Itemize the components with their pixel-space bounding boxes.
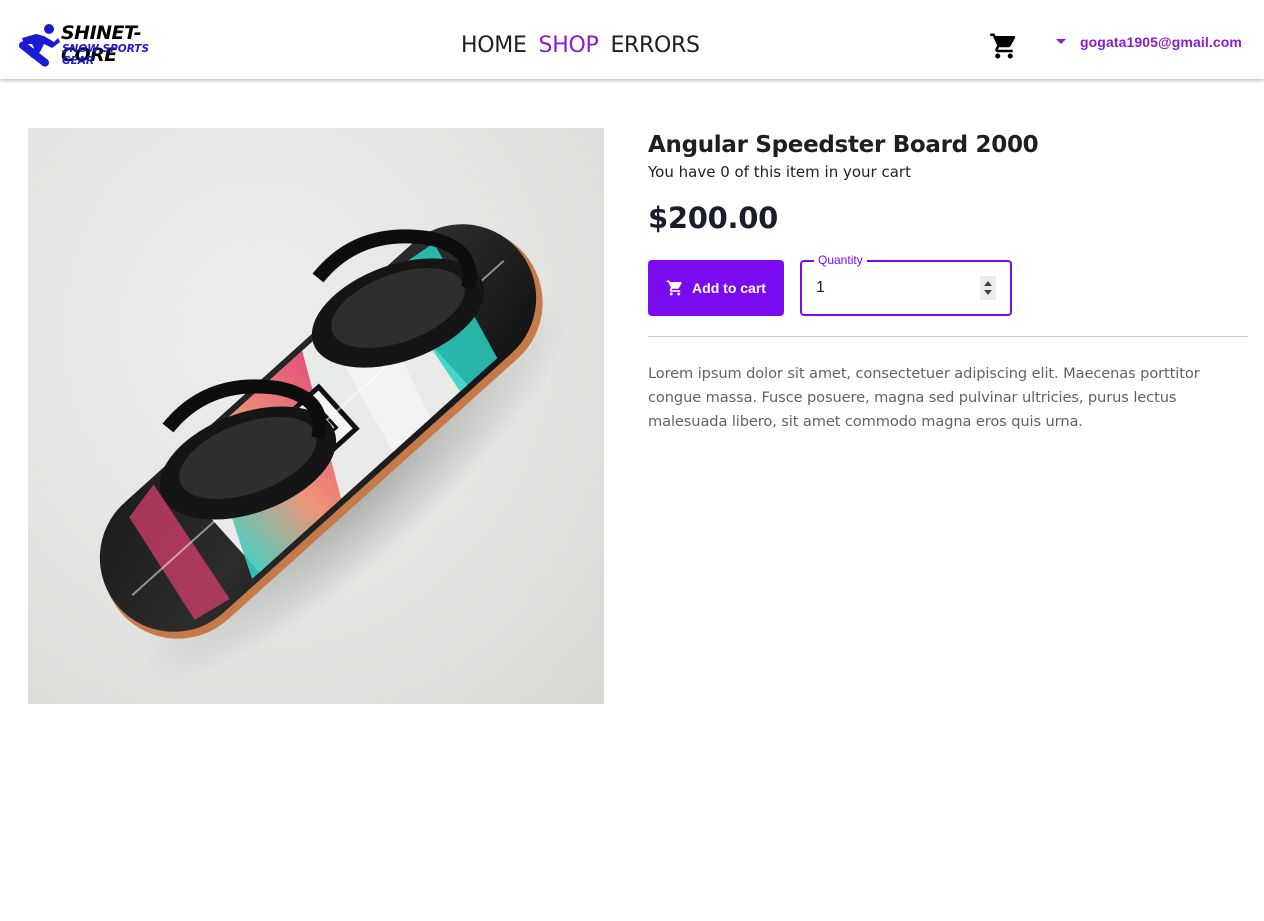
nav-errors[interactable]: ERRORS (610, 31, 700, 61)
add-shopping-cart-icon (666, 280, 682, 296)
product-description: Lorem ipsum dolor sit amet, consectetuer… (648, 365, 1200, 430)
app-header: SHINET-CORE SNOW SPORTS GEAR HOME SHOP E… (0, 0, 1264, 79)
product-price: $200.00 (648, 201, 778, 235)
snowboarder-logo-icon (18, 24, 60, 67)
cart-count-text: You have 0 of this item in your cart (648, 163, 911, 181)
nav-shop[interactable]: SHOP (539, 31, 599, 61)
quantity-stepper[interactable] (980, 276, 996, 300)
add-to-cart-button[interactable]: Add to cart (648, 260, 784, 316)
product-details: Angular Speedster Board 2000 You have 0 … (648, 130, 1248, 430)
shopping-cart-icon[interactable] (989, 31, 1019, 61)
brand-logo[interactable]: SHINET-CORE SNOW SPORTS GEAR (14, 20, 174, 68)
purchase-actions: Add to cart Quantity (648, 253, 1248, 316)
brand-tagline: SNOW SPORTS GEAR (62, 43, 150, 67)
add-to-cart-label: Add to cart (692, 280, 766, 296)
product-image (28, 128, 604, 704)
main-nav: HOME SHOP ERRORS (461, 31, 700, 61)
quantity-input[interactable] (816, 276, 966, 300)
stepper-down-icon[interactable] (984, 290, 992, 295)
user-email: gogata1905@gmail.com (1080, 34, 1242, 50)
stepper-up-icon[interactable] (984, 281, 992, 286)
snowboard-image (99, 224, 572, 683)
product-title: Angular Speedster Board 2000 (648, 132, 1039, 158)
caret-down-icon (1056, 38, 1066, 44)
quantity-label: Quantity (814, 253, 867, 267)
divider (648, 336, 1248, 337)
user-menu[interactable]: gogata1905@gmail.com (1056, 32, 1242, 52)
quantity-field[interactable]: Quantity (800, 253, 1012, 316)
nav-home[interactable]: HOME (461, 31, 527, 61)
